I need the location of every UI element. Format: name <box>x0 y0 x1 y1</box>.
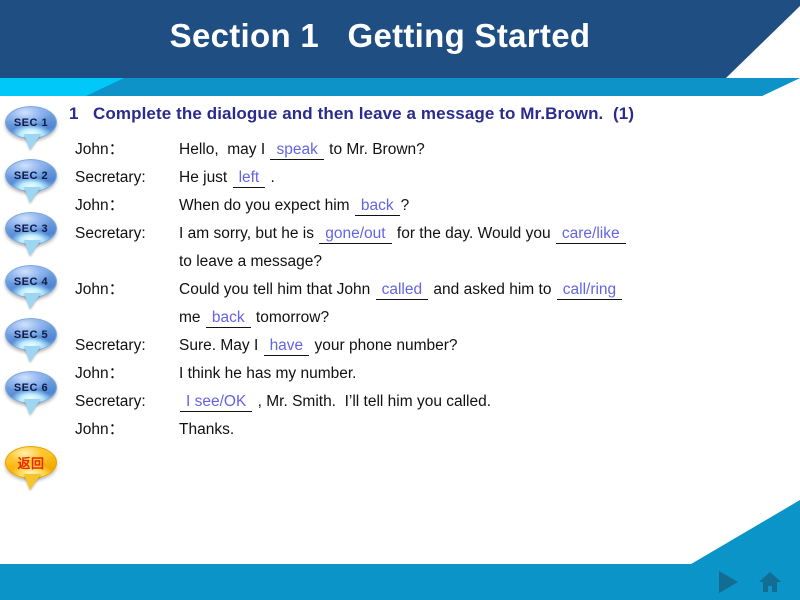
dialogue-row: Secretary: Sure. May I have your phone nu… <box>75 332 800 360</box>
answer-blank[interactable]: call/ring <box>556 280 623 300</box>
dialogue-text-fragment: , Mr. Smith. I’ll tell him you called. <box>253 393 492 410</box>
dialogue-text-fragment: When do you expect him <box>179 197 354 214</box>
answer-blank[interactable]: left <box>232 168 266 188</box>
main-content: 1 Complete the dialogue and then leave a… <box>62 104 800 444</box>
dialogue-row: John： Hello, may I speak to Mr. Brown? <box>75 136 800 164</box>
dialogue-text-fragment: tomorrow? <box>251 309 330 326</box>
dialogue-text-fragment: I am sorry, but he is <box>179 225 319 242</box>
speech-bubble-tail-icon <box>24 346 41 362</box>
dialogue-speaker: John： <box>75 421 125 438</box>
exercise-title: 1 Complete the dialogue and then leave a… <box>69 104 635 123</box>
sidebar-item-sec-3[interactable]: SEC 3 <box>0 210 62 263</box>
answer-blank[interactable]: gone/out <box>319 224 392 244</box>
dialogue-text: He just left . <box>179 164 800 192</box>
dialogue-row: John： Could you tell him that John called… <box>75 276 800 304</box>
speech-bubble-tail-icon <box>24 134 41 150</box>
dialogue-row: Secretary: I am sorry, but he is gone/out… <box>75 220 800 248</box>
dialogue-text-fragment: Could you tell him that John <box>179 281 375 298</box>
dialogue-row: John： I think he has my number. <box>75 360 800 388</box>
dialogue-text: Sure. May I have your phone number? <box>179 332 800 360</box>
dialogue-speaker: John： <box>75 365 125 382</box>
dialogue-text: Could you tell him that John called and … <box>179 276 800 304</box>
dialogue-text-fragment: Hello, may I <box>179 141 270 158</box>
dialogue-speaker: John： <box>75 281 125 298</box>
dialogue-row: to leave a message? <box>75 248 800 276</box>
back-button-label: 返回 <box>17 456 45 471</box>
dialogue-text-fragment: to leave a message? <box>179 253 323 270</box>
sidebar-item-back[interactable]: 返回 <box>0 444 62 497</box>
sidebar-item-sec-5[interactable]: SEC 5 <box>0 316 62 369</box>
dialogue-row: Secretary: He just left . <box>75 164 800 192</box>
dialogue-text-fragment: your phone number? <box>310 337 458 354</box>
dialogue-row: me back tomorrow? <box>75 304 800 332</box>
dialogue-text: I am sorry, but he is gone/out for the d… <box>179 220 800 248</box>
sidebar-item-sec-1[interactable]: SEC 1 <box>0 104 62 157</box>
sidebar-item-sec-6[interactable]: SEC 6 <box>0 369 62 422</box>
header-stripe-blue <box>86 78 800 96</box>
dialogue-text: I think he has my number. <box>179 360 800 388</box>
dialogue-speaker: Secretary: <box>75 393 146 410</box>
dialogue-speaker: John： <box>75 141 125 158</box>
speech-bubble-tail-icon <box>24 474 41 490</box>
dialogue-speaker: Secretary: <box>75 337 146 354</box>
dialogue-text: to leave a message? <box>179 248 800 276</box>
dialogue-text-fragment: Sure. May I <box>179 337 263 354</box>
dialogue-text: When do you expect him back? <box>179 192 800 220</box>
speech-bubble-tail-icon <box>24 240 41 256</box>
dialogue-speaker: Secretary: <box>75 225 146 242</box>
dialogue-text-fragment: for the day. Would you <box>392 225 555 242</box>
answer-blank[interactable]: care/like <box>555 224 626 244</box>
dialogue-text-fragment: . <box>266 169 275 186</box>
speech-bubble-tail-icon <box>24 293 41 309</box>
dialogue-list: John： Hello, may I speak to Mr. Brown? Sec… <box>62 136 800 444</box>
speech-bubble-tail-icon <box>24 399 41 415</box>
footer-nav <box>719 570 782 594</box>
answer-blank[interactable]: called <box>375 280 429 300</box>
sidebar-item-label: SEC 5 <box>13 328 49 341</box>
home-icon[interactable] <box>758 570 782 594</box>
dialogue-text: Hello, may I speak to Mr. Brown? <box>179 136 800 164</box>
speech-bubble-tail-icon <box>24 187 41 203</box>
answer-blank[interactable]: I see/OK <box>180 392 253 412</box>
answer-blank[interactable]: have <box>263 336 310 356</box>
sidebar-item-label: SEC 1 <box>13 116 49 129</box>
dialogue-text-fragment: I think he has my number. <box>179 365 357 382</box>
sidebar-item-label: SEC 3 <box>13 222 49 235</box>
sidebar: SEC 1 SEC 2 SEC 3 SEC 4 SEC 5 SEC 6 返回 <box>0 104 62 497</box>
dialogue-text: me back tomorrow? <box>179 304 800 332</box>
dialogue-text: I see/OK , Mr. Smith. I’ll tell him you … <box>179 388 800 416</box>
dialogue-text-fragment: and asked him to <box>429 281 556 298</box>
dialogue-text-fragment: me <box>179 309 205 326</box>
dialogue-text-fragment: to Mr. Brown? <box>324 141 425 158</box>
dialogue-row: John： When do you expect him back? <box>75 192 800 220</box>
dialogue-text: Thanks. <box>179 416 800 444</box>
sidebar-item-label: SEC 4 <box>13 275 49 288</box>
dialogue-row: Secretary: I see/OK , Mr. Smith. I’ll tel… <box>75 388 800 416</box>
page-title: Section 1 Getting Started <box>169 17 591 54</box>
answer-blank[interactable]: back <box>205 308 251 328</box>
sidebar-item-sec-4[interactable]: SEC 4 <box>0 263 62 316</box>
dialogue-speaker: John： <box>75 197 125 214</box>
sidebar-item-label: SEC 2 <box>13 169 49 182</box>
dialogue-text-fragment: He just <box>179 169 232 186</box>
dialogue-speaker: Secretary: <box>75 169 146 186</box>
answer-blank[interactable]: back <box>354 196 400 216</box>
answer-blank[interactable]: speak <box>270 140 324 160</box>
dialogue-row: John： Thanks. <box>75 416 800 444</box>
dialogue-text-fragment: ? <box>400 197 410 214</box>
play-next-icon[interactable] <box>719 571 738 593</box>
dialogue-text-fragment: Thanks. <box>179 421 235 438</box>
sidebar-item-label: SEC 6 <box>13 381 49 394</box>
sidebar-item-sec-2[interactable]: SEC 2 <box>0 157 62 210</box>
